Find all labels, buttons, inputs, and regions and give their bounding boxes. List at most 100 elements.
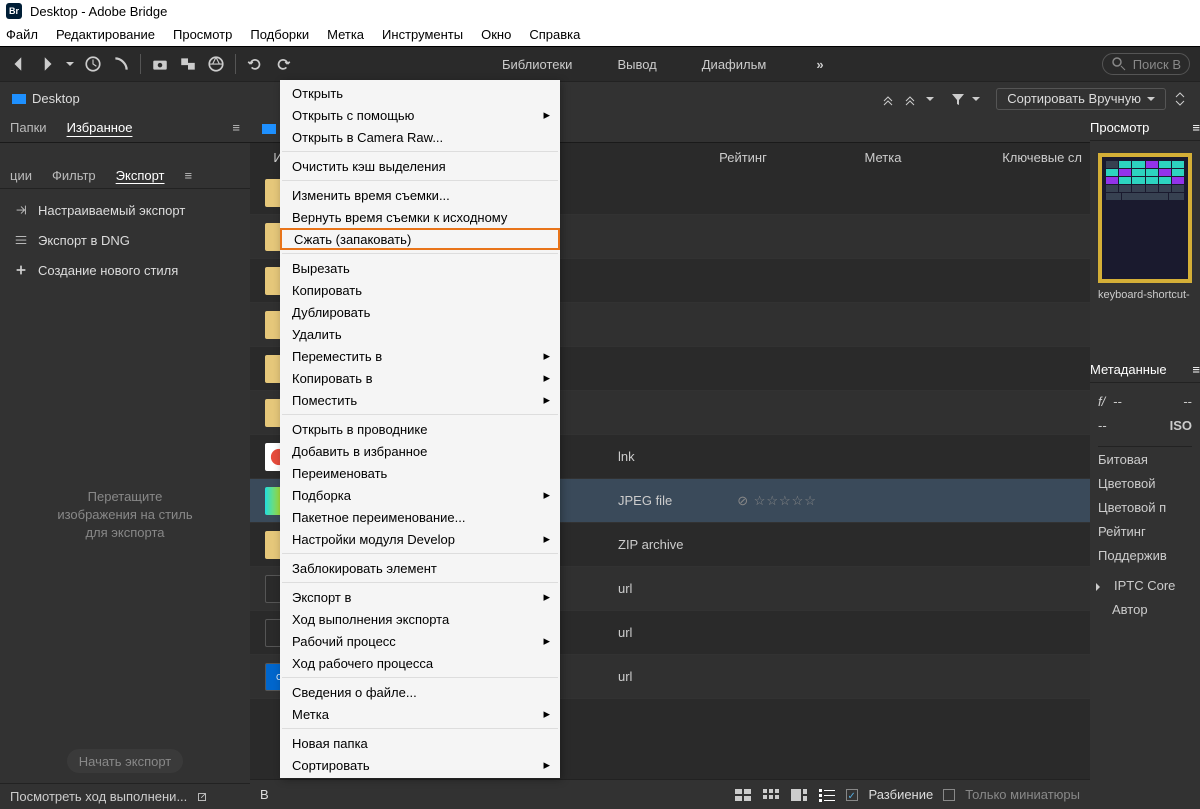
boomerang-icon[interactable]: [112, 55, 130, 73]
sort-button[interactable]: Сортировать Вручную: [996, 88, 1166, 110]
iptc-core-label[interactable]: IPTC Core: [1114, 578, 1175, 593]
view-thumb-icon[interactable]: [762, 788, 780, 802]
file-type: lnk: [618, 449, 635, 464]
funnel-dropdown-icon[interactable]: [972, 97, 980, 105]
menu-view[interactable]: Просмотр: [173, 27, 232, 42]
history-dropdown-icon[interactable]: [66, 62, 74, 70]
context-menu-item[interactable]: Рабочий процесс▸: [280, 630, 560, 652]
forward-icon[interactable]: [38, 55, 56, 73]
context-menu-item[interactable]: Удалить: [280, 323, 560, 345]
context-menu-item[interactable]: Добавить в избранное: [280, 440, 560, 462]
context-menu-item[interactable]: Подборка▸: [280, 484, 560, 506]
context-menu-item[interactable]: Очистить кэш выделения: [280, 155, 560, 177]
rating-stars[interactable]: ⊘ ☆☆☆☆☆: [737, 493, 817, 509]
author-label: Автор: [1112, 602, 1148, 617]
file-type: JPEG file: [618, 493, 672, 508]
context-menu-item[interactable]: Вырезать: [280, 257, 560, 279]
context-menu-item[interactable]: Сведения о файле...: [280, 681, 560, 703]
context-menu-item[interactable]: Дублировать: [280, 301, 560, 323]
external-icon: [195, 790, 209, 804]
start-export-button[interactable]: Начать экспорт: [67, 749, 184, 773]
submenu-arrow-icon: ▸: [543, 107, 550, 123]
path-label[interactable]: Desktop: [32, 91, 80, 106]
context-menu-item[interactable]: Копировать: [280, 279, 560, 301]
context-menu-item[interactable]: Переместить в▸: [280, 345, 560, 367]
filter-stars-icon[interactable]: [882, 91, 898, 107]
context-menu-item[interactable]: Пакетное переименование...: [280, 506, 560, 528]
subtab-options[interactable]: ции: [10, 168, 32, 183]
funnel-icon[interactable]: [950, 91, 966, 107]
context-menu-item[interactable]: Переименовать: [280, 462, 560, 484]
back-icon[interactable]: [10, 55, 28, 73]
export-custom[interactable]: Настраиваемый экспорт: [0, 195, 250, 225]
context-menu-item[interactable]: Открыть в Camera Raw...: [280, 126, 560, 148]
view-list-icon[interactable]: [818, 788, 836, 802]
status-bar-left[interactable]: Посмотреть ход выполнени...: [0, 783, 250, 809]
filter-stars2-icon[interactable]: [904, 91, 920, 107]
header-rating[interactable]: Рейтинг: [668, 150, 818, 165]
thumb-only-checkbox[interactable]: [943, 789, 955, 801]
context-menu-item[interactable]: Ход выполнения экспорта: [280, 608, 560, 630]
submenu-arrow-icon: ▸: [543, 370, 550, 386]
menu-edit[interactable]: Редактирование: [56, 27, 155, 42]
context-menu-item[interactable]: Метка▸: [280, 703, 560, 725]
path-bar: Desktop Сортировать Вручную: [0, 81, 1200, 115]
split-checkbox[interactable]: [846, 789, 858, 801]
menu-file[interactable]: Файл: [6, 27, 38, 42]
context-menu-item[interactable]: Изменить время съемки...: [280, 184, 560, 206]
context-menu-item[interactable]: Ход рабочего процесса: [280, 652, 560, 674]
context-menu-item[interactable]: Заблокировать элемент: [280, 557, 560, 579]
file-type: url: [618, 625, 632, 640]
context-menu: ОткрытьОткрыть с помощью▸Открыть в Camer…: [280, 80, 560, 778]
context-menu-item[interactable]: Открыть в проводнике: [280, 418, 560, 440]
tab-libraries[interactable]: Библиотеки: [502, 57, 572, 72]
menu-help[interactable]: Справка: [529, 27, 580, 42]
more-icon[interactable]: »: [816, 57, 823, 72]
menu-bar: Файл Редактирование Просмотр Подборки Ме…: [0, 22, 1200, 46]
context-menu-item[interactable]: Копировать в▸: [280, 367, 560, 389]
file-type: url: [618, 581, 632, 596]
menu-window[interactable]: Окно: [481, 27, 511, 42]
export-drop-area[interactable]: Перетащите изображения на стиль для эксп…: [0, 291, 250, 739]
recent-icon[interactable]: [84, 55, 102, 73]
preview-menu-icon[interactable]: ≡: [1192, 120, 1200, 135]
panel-menu-icon[interactable]: ≡: [232, 120, 240, 137]
menu-label[interactable]: Метка: [327, 27, 364, 42]
menu-tools[interactable]: Инструменты: [382, 27, 463, 42]
context-menu-item[interactable]: Настройки модуля Develop▸: [280, 528, 560, 550]
camera-download-icon[interactable]: [151, 55, 169, 73]
menu-stacks[interactable]: Подборки: [250, 27, 309, 42]
context-menu-item[interactable]: Экспорт в▸: [280, 586, 560, 608]
tab-folders[interactable]: Папки: [10, 120, 47, 137]
context-menu-item[interactable]: Поместить▸: [280, 389, 560, 411]
export-new-style[interactable]: Создание нового стиля: [0, 255, 250, 285]
view-grid-icon[interactable]: [734, 788, 752, 802]
header-label[interactable]: Метка: [818, 150, 948, 165]
aperture-icon[interactable]: [207, 55, 225, 73]
refine-icon[interactable]: [179, 55, 197, 73]
tab-filmstrip[interactable]: Диафильм: [702, 57, 767, 72]
metadata-menu-icon[interactable]: ≡: [1192, 362, 1200, 377]
context-menu-item[interactable]: Сортировать▸: [280, 754, 560, 776]
subtab-filter[interactable]: Фильтр: [52, 168, 96, 183]
tab-output[interactable]: Вывод: [617, 57, 656, 72]
subtab-export[interactable]: Экспорт: [116, 168, 165, 183]
search-field[interactable]: Поиск B: [1102, 53, 1190, 75]
context-menu-item[interactable]: Открыть: [280, 82, 560, 104]
tab-favorites[interactable]: Избранное: [67, 120, 133, 137]
context-menu-item[interactable]: Вернуть время съемки к исходному: [280, 206, 560, 228]
rotate-ccw-icon[interactable]: [246, 55, 264, 73]
rotate-cw-icon[interactable]: [274, 55, 292, 73]
context-menu-item[interactable]: Сжать (запаковать): [280, 228, 560, 250]
context-menu-item[interactable]: Открыть с помощью▸: [280, 104, 560, 126]
submenu-arrow-icon: ▸: [543, 589, 550, 605]
filter-dropdown-icon[interactable]: [926, 97, 934, 105]
preview-thumbnail: [1098, 153, 1192, 283]
sort-direction-icon[interactable]: [1172, 91, 1188, 107]
view-filmstrip-icon[interactable]: [790, 788, 808, 802]
iptc-toggle-icon[interactable]: [1096, 583, 1104, 591]
context-menu-item[interactable]: Новая папка: [280, 732, 560, 754]
header-keywords[interactable]: Ключевые сл: [948, 150, 1090, 165]
subpanel-menu-icon[interactable]: ≡: [185, 168, 193, 183]
export-dng[interactable]: Экспорт в DNG: [0, 225, 250, 255]
